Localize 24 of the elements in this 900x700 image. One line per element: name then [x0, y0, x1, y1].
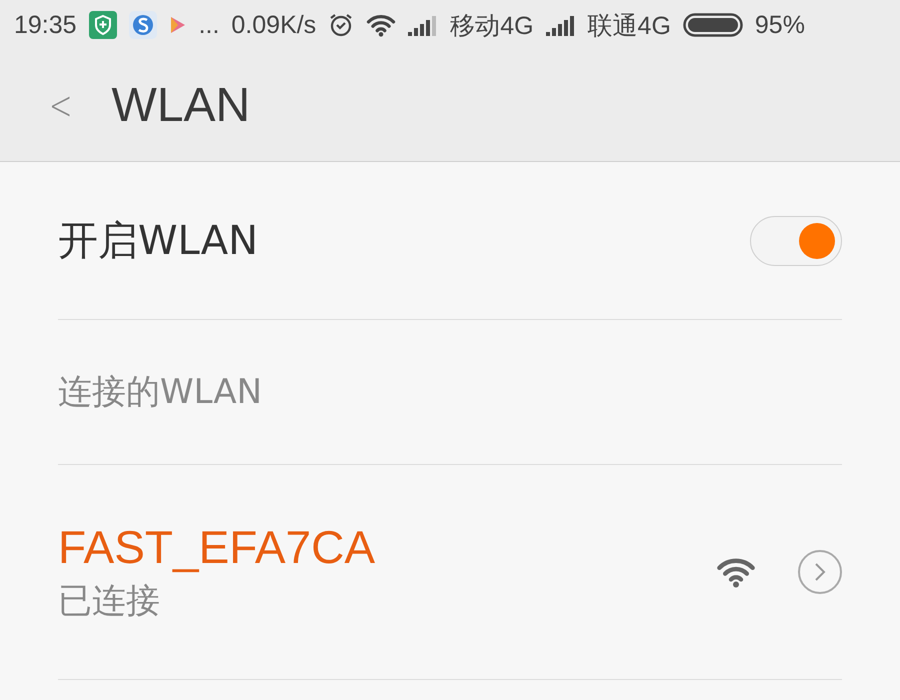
details-button[interactable] — [798, 550, 842, 594]
app-icon — [128, 11, 157, 39]
carrier-label: 联通4G — [588, 10, 671, 42]
carrier-label: 移动4G — [450, 10, 534, 42]
shield-icon — [88, 11, 117, 39]
back-button[interactable]: < — [46, 82, 76, 128]
battery-icon — [682, 13, 743, 37]
section-title: 连接的WLAN — [58, 371, 262, 414]
wifi-signal-icon — [716, 556, 756, 588]
wlan-switch[interactable] — [750, 216, 842, 266]
signal-icon — [546, 14, 576, 36]
battery-percent: 95% — [754, 10, 805, 40]
alarm-icon — [328, 12, 354, 38]
signal-icon — [408, 14, 438, 36]
network-name[interactable]: FAST_EFA7CA — [58, 520, 716, 574]
toggle-label: 开启WLAN — [58, 217, 260, 266]
chevron-icon — [813, 561, 827, 583]
page-title: WLAN — [112, 78, 250, 133]
network-status: 已连接 — [58, 580, 161, 623]
play-icon — [168, 15, 187, 35]
status-dots: ... — [198, 10, 220, 40]
status-time: 19:35 — [14, 10, 77, 40]
wifi-icon — [366, 13, 396, 37]
network-speed: 0.09K/s — [231, 10, 316, 40]
